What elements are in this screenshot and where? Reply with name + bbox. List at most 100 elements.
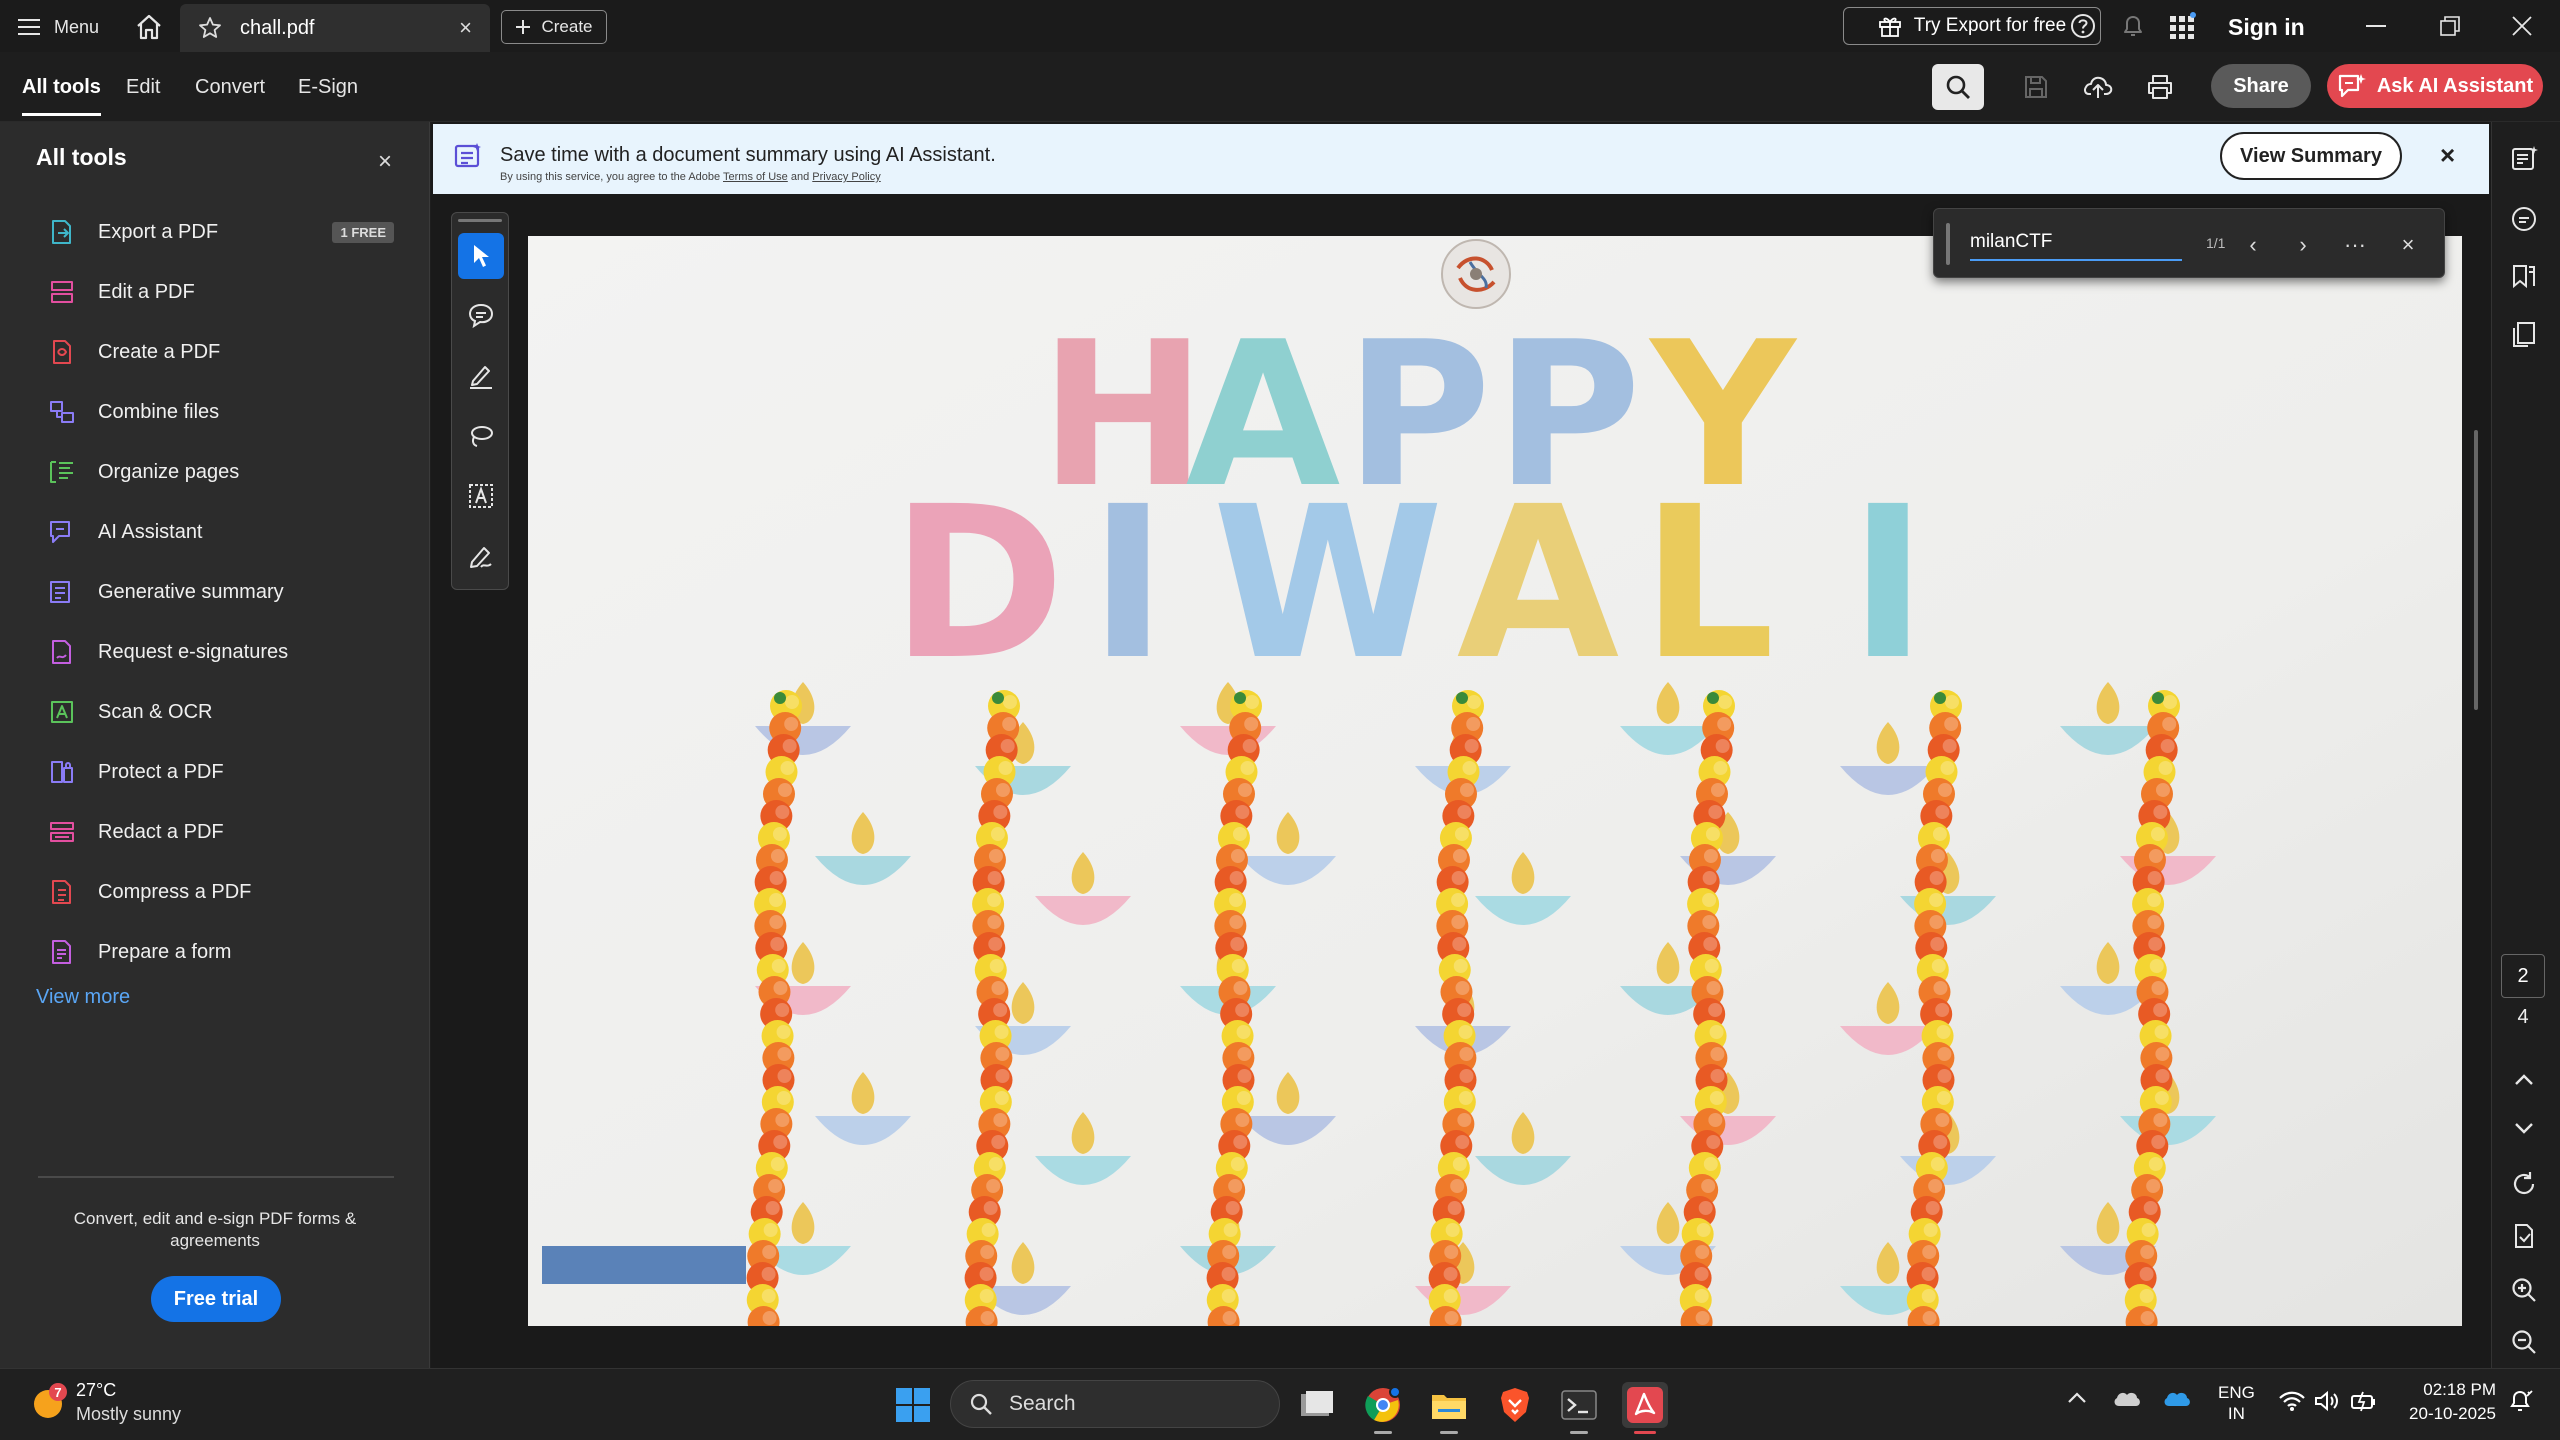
find-bar-accent	[1946, 223, 1950, 265]
clock-time[interactable]: 02:18 PM	[2420, 1380, 2496, 1400]
tool-item-request-esignatures[interactable]: Request e-signatures	[48, 630, 398, 674]
chrome-icon[interactable]	[1360, 1382, 1406, 1434]
pages-panel-icon[interactable]	[2506, 316, 2542, 352]
rotate-icon[interactable]	[2506, 1166, 2542, 1202]
find-previous-icon[interactable]: ‹	[2237, 229, 2269, 261]
document-tab[interactable]: chall.pdf ×	[180, 4, 490, 52]
share-button[interactable]: Share	[2211, 64, 2311, 108]
save-icon[interactable]	[2019, 70, 2053, 104]
current-page-field[interactable]: 2	[2501, 954, 2545, 998]
tool-item-protect-pdf[interactable]: Protect a PDF	[48, 750, 398, 794]
terms-of-use-link[interactable]: Terms of Use	[723, 171, 788, 183]
page-thumbnail-icon[interactable]	[2506, 1218, 2542, 1254]
onedrive-grey-icon[interactable]	[2112, 1388, 2142, 1408]
tab-edit[interactable]: Edit	[126, 70, 160, 104]
search-highlight[interactable]	[542, 1246, 746, 1284]
menu-button[interactable]: Menu	[18, 10, 99, 44]
ask-ai-assistant-button[interactable]: Ask AI Assistant	[2327, 64, 2543, 108]
tool-item-compress-pdf[interactable]: Compress a PDF	[48, 870, 398, 914]
clock-date[interactable]: 20-10-2025	[2396, 1404, 2496, 1424]
tab-convert[interactable]: Convert	[195, 70, 265, 104]
brave-browser-icon[interactable]	[1492, 1382, 1538, 1428]
sign-tool-button[interactable]	[458, 533, 504, 579]
find-input[interactable]: milanCTF	[1970, 229, 2182, 261]
tab-esign[interactable]: E-Sign	[298, 70, 358, 104]
summary-panel-icon[interactable]	[2506, 140, 2542, 176]
adobe-acrobat-icon[interactable]	[1622, 1382, 1668, 1434]
page-down-icon[interactable]	[2506, 1110, 2542, 1146]
print-icon[interactable]	[2143, 70, 2177, 104]
tool-item-create-pdf[interactable]: Create a PDF	[48, 330, 398, 374]
draw-tool-button[interactable]	[458, 413, 504, 459]
zoom-in-icon[interactable]	[2506, 1272, 2542, 1308]
panel-close-icon[interactable]: ×	[378, 148, 392, 176]
privacy-policy-link[interactable]: Privacy Policy	[812, 171, 880, 183]
window-close-icon[interactable]	[2500, 8, 2544, 44]
pen-highlight-icon	[470, 366, 492, 389]
tab-close-icon[interactable]: ×	[459, 15, 472, 41]
tab-all-tools[interactable]: All tools	[22, 70, 101, 116]
headline-letter: L	[1641, 461, 1775, 706]
tool-item-label: Scan & OCR	[98, 700, 213, 723]
windows-start-icon[interactable]	[890, 1382, 936, 1428]
restore-icon[interactable]	[2428, 8, 2472, 44]
star-icon[interactable]	[198, 16, 222, 40]
weather-badge: 7	[54, 1385, 61, 1400]
tool-item-prepare-form[interactable]: Prepare a form	[48, 930, 398, 974]
rail-grip[interactable]	[458, 219, 502, 222]
upload-cloud-icon[interactable]	[2081, 70, 2115, 104]
find-more-options-icon[interactable]: ···	[2339, 229, 2371, 261]
promo-text: Convert, edit and e-sign PDF forms & agr…	[73, 1209, 357, 1250]
create-button[interactable]: Create	[501, 10, 607, 44]
file-explorer-icon[interactable]	[1426, 1382, 1472, 1434]
diwali-photo: HA P P YD I W A L I	[528, 236, 2462, 1326]
tool-item-redact-pdf[interactable]: Redact a PDF	[48, 810, 398, 854]
apps-grid-icon[interactable]	[2168, 12, 2196, 40]
zoom-out-icon[interactable]	[2506, 1324, 2542, 1360]
notifications-icon[interactable]	[2508, 1388, 2534, 1414]
sign-in-link[interactable]: Sign in	[2228, 10, 2305, 44]
comment-icon	[468, 303, 494, 329]
tool-item-ai-assistant[interactable]: AI Assistant	[48, 510, 398, 554]
pdf-page[interactable]: HAPPYDIWALI	[528, 236, 2462, 1326]
tool-item-combine-files[interactable]: Combine files	[48, 390, 398, 434]
free-trial-button[interactable]: Free trial	[151, 1276, 281, 1322]
task-view-icon[interactable]	[1294, 1382, 1340, 1428]
view-more-link[interactable]: View more	[36, 986, 130, 1009]
weather-sun-icon[interactable]: 7	[30, 1382, 70, 1422]
help-icon[interactable]	[2070, 13, 2096, 39]
edit-pdf-icon	[48, 278, 76, 306]
page-up-icon[interactable]	[2506, 1062, 2542, 1098]
app-running-indicator	[1440, 1431, 1458, 1434]
home-icon[interactable]	[132, 10, 166, 44]
tool-item-edit-pdf[interactable]: Edit a PDF	[48, 270, 398, 314]
wifi-icon[interactable]	[2278, 1390, 2306, 1412]
ai-assistant-icon	[2337, 72, 2367, 100]
bookmarks-panel-icon[interactable]	[2506, 258, 2542, 294]
tool-item-organize-pages[interactable]: Organize pages	[48, 450, 398, 494]
highlight-tool-button[interactable]	[458, 353, 504, 399]
comment-tool-button[interactable]	[458, 293, 504, 339]
show-hidden-icons-icon[interactable]	[2066, 1390, 2088, 1406]
view-summary-button[interactable]: View Summary	[2220, 132, 2402, 180]
tool-item-export-pdf[interactable]: Export a PDF 1 FREE	[48, 210, 398, 254]
vertical-scrollbar[interactable]	[2474, 430, 2478, 710]
volume-icon[interactable]	[2314, 1390, 2340, 1412]
tool-item-generative-summary[interactable]: Generative summary	[48, 570, 398, 614]
comments-panel-icon[interactable]	[2506, 202, 2542, 238]
minimize-icon[interactable]	[2354, 8, 2398, 44]
text-select-tool-button[interactable]	[458, 473, 504, 519]
find-search-button[interactable]	[1932, 64, 1984, 110]
try-export-button[interactable]: Try Export for free	[1843, 7, 2101, 45]
terminal-icon[interactable]	[1556, 1382, 1602, 1434]
notification-bell-icon[interactable]	[2121, 13, 2145, 39]
input-language[interactable]: ENG IN	[2218, 1382, 2255, 1424]
find-close-icon[interactable]: ×	[2392, 229, 2424, 261]
select-tool-button[interactable]	[458, 233, 504, 279]
banner-close-icon[interactable]: ×	[2440, 140, 2455, 171]
taskbar-search[interactable]: Search	[950, 1380, 1280, 1428]
find-next-icon[interactable]: ›	[2287, 229, 2319, 261]
onedrive-blue-icon[interactable]	[2162, 1388, 2192, 1408]
tool-item-scan-ocr[interactable]: Scan & OCR	[48, 690, 398, 734]
battery-icon[interactable]	[2350, 1390, 2378, 1412]
